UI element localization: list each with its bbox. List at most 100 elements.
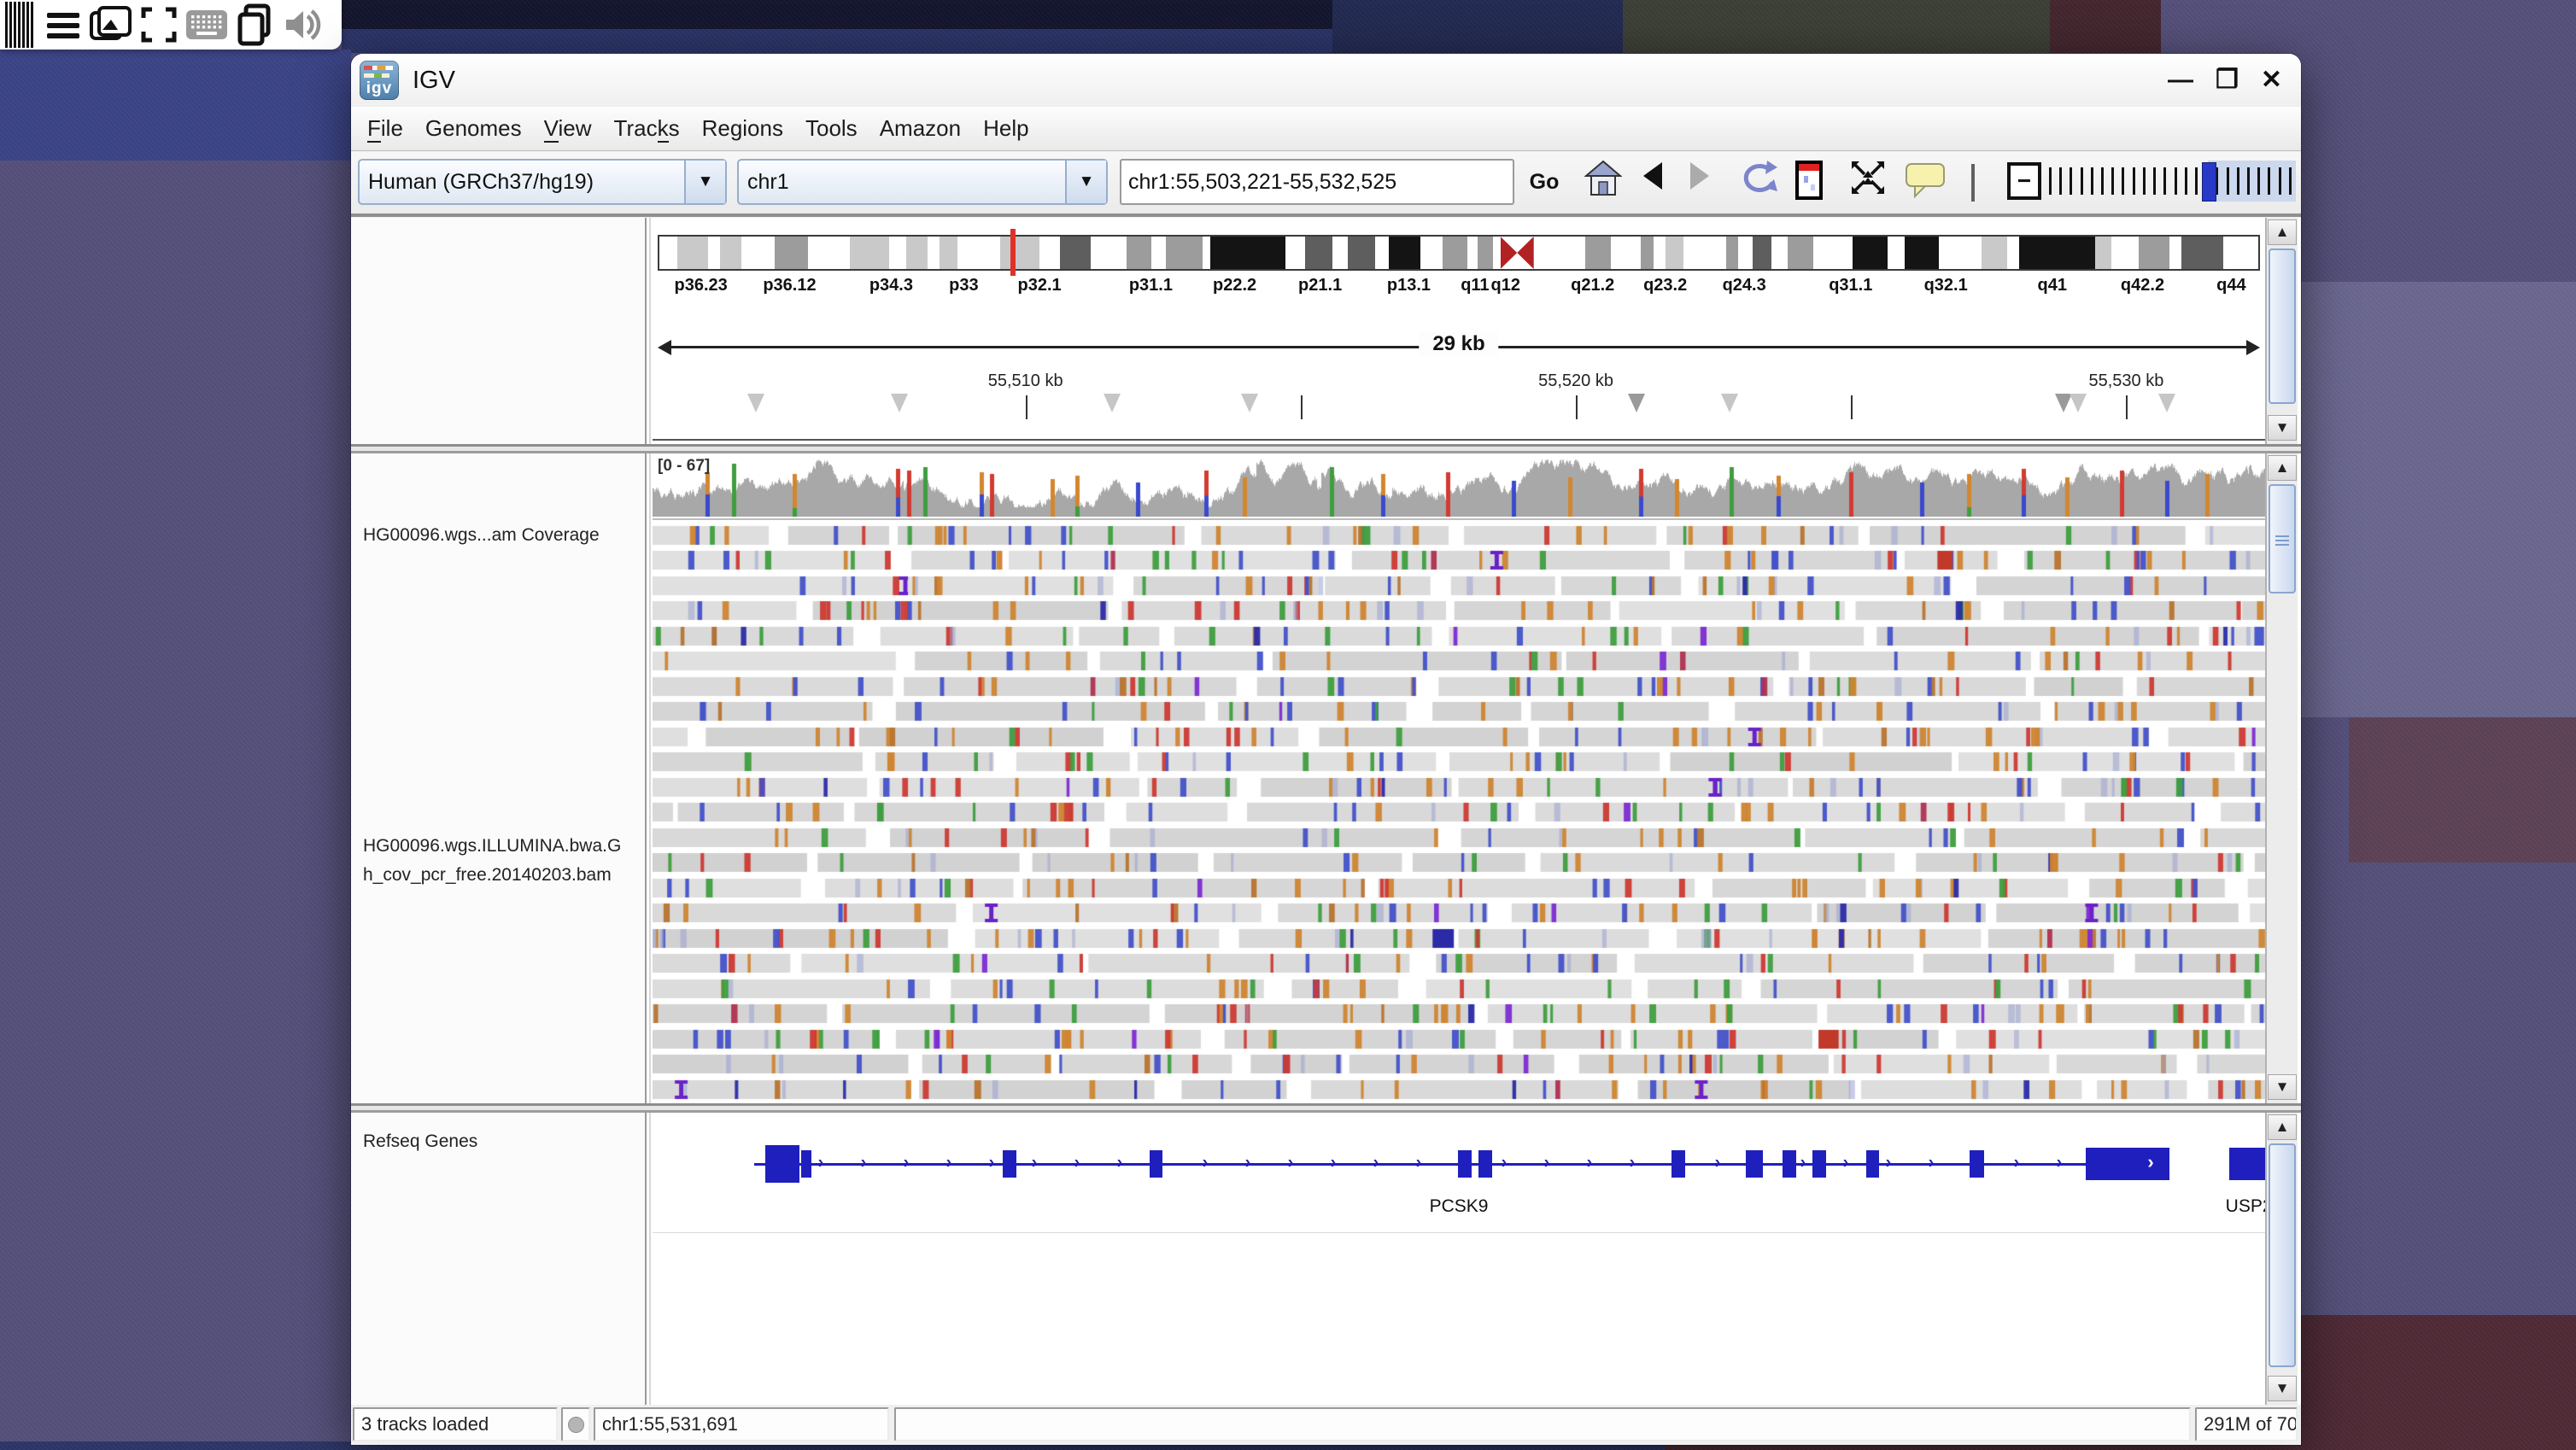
menu-tools[interactable]: Tools xyxy=(794,115,869,142)
chevron-down-icon[interactable]: ▼ xyxy=(1065,161,1106,203)
feature-panel-label-column: Refseq Genes xyxy=(351,1113,645,1405)
region-marker-icon xyxy=(1104,394,1121,412)
menu-tracks[interactable]: Tracks xyxy=(603,115,691,142)
close-button[interactable]: ✕ xyxy=(2261,67,2282,93)
ideogram-band xyxy=(775,237,808,269)
alignment-data-region[interactable]: [0 - 67] xyxy=(653,453,2265,1103)
genome-select[interactable]: Human (GRCh37/hg19) ▼ xyxy=(358,159,727,205)
strand-arrow-icon: › xyxy=(946,1154,952,1173)
ideogram-band xyxy=(906,237,928,269)
alignment-track-name-line1[interactable]: HG00096.wgs.ILLUMINA.bwa.G xyxy=(363,836,621,857)
minimize-button[interactable]: — xyxy=(2168,67,2193,93)
define-region-icon[interactable] xyxy=(1794,159,1824,202)
panel-divider[interactable] xyxy=(351,444,2301,453)
feature-panel-scrollbar[interactable]: ▲▼ xyxy=(2265,1113,2298,1405)
desktop-top-strip2 xyxy=(342,29,1332,53)
locus-panel-scrollbar[interactable]: ▲▼ xyxy=(2265,218,2298,444)
cytoband-label: p33 xyxy=(949,276,978,295)
scroll-up-button[interactable]: ▲ xyxy=(2268,1114,2297,1140)
title-bar[interactable]: igv IGV — ❒ ✕ xyxy=(351,54,2301,108)
zoom-out-button[interactable]: − xyxy=(2007,162,2041,200)
alignment-track-name-line2[interactable]: h_cov_pcr_free.20140203.bam xyxy=(363,865,612,886)
zoom-tick xyxy=(2195,167,2198,195)
gene-exon[interactable] xyxy=(1746,1150,1763,1178)
scrollbar-thumb[interactable] xyxy=(2269,484,2296,593)
ideogram-band xyxy=(1375,237,1389,269)
desktop-right-light xyxy=(2301,282,2576,717)
refresh-icon[interactable] xyxy=(1738,159,1781,200)
strand-arrow-icon: › xyxy=(1843,1154,1849,1173)
back-icon[interactable] xyxy=(1640,159,1666,193)
gene-exon[interactable] xyxy=(1671,1150,1685,1178)
menu-amazon[interactable]: Amazon xyxy=(869,115,972,142)
gene-exon[interactable] xyxy=(1003,1150,1016,1178)
fullscreen-icon[interactable] xyxy=(135,0,183,50)
scroll-down-button[interactable]: ▼ xyxy=(2268,1074,2297,1100)
popup-behavior-icon[interactable] xyxy=(1905,159,1949,200)
forward-icon[interactable] xyxy=(1687,159,1712,193)
coverage-track-canvas[interactable] xyxy=(653,459,2265,517)
keyboard-icon[interactable] xyxy=(183,0,231,50)
chromosome-select[interactable]: chr1 ▼ xyxy=(737,159,1108,205)
scroll-down-button[interactable]: ▼ xyxy=(2268,415,2297,441)
genes-track-name[interactable]: Refseq Genes xyxy=(363,1131,477,1152)
ideogram-band xyxy=(659,237,677,269)
gene-exon[interactable] xyxy=(1783,1150,1796,1178)
scroll-up-button[interactable]: ▲ xyxy=(2268,455,2297,481)
gene-name-label[interactable]: PCSK9 xyxy=(1430,1196,1489,1217)
gene-exon[interactable] xyxy=(765,1145,799,1183)
scrollbar-thumb[interactable] xyxy=(2269,248,2296,404)
maximize-button[interactable]: ❒ xyxy=(2216,67,2239,93)
screenshot-icon[interactable] xyxy=(87,0,135,50)
gene-exon[interactable] xyxy=(801,1150,811,1178)
strand-arrow-icon: › xyxy=(1373,1154,1379,1173)
menu-regions[interactable]: Regions xyxy=(691,115,794,142)
home-icon[interactable] xyxy=(1584,159,1622,198)
scrollbar-grip xyxy=(2275,535,2289,537)
menu-view[interactable]: View xyxy=(533,115,603,142)
go-button[interactable]: Go xyxy=(1523,161,1566,203)
locus-input[interactable] xyxy=(1120,159,1514,205)
gene-exon[interactable] xyxy=(1478,1150,1491,1178)
scroll-down-button[interactable]: ▼ xyxy=(2268,1376,2297,1401)
ideogram-band xyxy=(1611,237,1641,269)
ideogram-band xyxy=(1738,237,1753,269)
drag-handle-icon[interactable] xyxy=(0,0,39,50)
coverage-track-name[interactable]: HG00096.wgs...am Coverage xyxy=(363,525,600,546)
gene-exon[interactable] xyxy=(1866,1150,1879,1178)
scrollbar-thumb[interactable] xyxy=(2269,1143,2296,1367)
gene-exon[interactable] xyxy=(1812,1150,1826,1178)
zoom-tick xyxy=(2059,167,2062,195)
gene-exon[interactable] xyxy=(2229,1148,2265,1180)
menu-help[interactable]: Help xyxy=(972,115,1039,142)
cytoband-label: p31.1 xyxy=(1129,276,1173,295)
cytoband-label: q11 xyxy=(1461,276,1489,295)
ruler-left-arrowhead xyxy=(658,340,671,355)
zoom-tick xyxy=(2101,167,2104,195)
ideogram-ruler-region[interactable]: p36.23p36.12p34.3p33p32.1p31.1p22.2p21.1… xyxy=(653,218,2265,444)
windows-icon[interactable] xyxy=(231,0,278,50)
alignment-reads-canvas[interactable] xyxy=(653,523,2265,1102)
zoom-slider[interactable] xyxy=(2046,161,2296,202)
chevron-down-icon[interactable]: ▼ xyxy=(684,161,725,203)
gene-exon[interactable] xyxy=(1970,1150,1983,1178)
volume-icon[interactable] xyxy=(278,0,326,50)
genes-data-region[interactable]: ››››››››››››››››››››››››››PCSK9USP2 xyxy=(653,1113,2265,1405)
data-panel-scrollbar[interactable]: ▲▼ xyxy=(2265,453,2298,1103)
ideogram-band xyxy=(957,237,1000,269)
menu-genomes[interactable]: Genomes xyxy=(414,115,533,142)
menu-file[interactable]: File xyxy=(356,115,414,142)
gene-name-label[interactable]: USP2 xyxy=(2226,1196,2265,1217)
scroll-up-button[interactable]: ▲ xyxy=(2268,219,2297,245)
panel-divider[interactable] xyxy=(351,1103,2301,1113)
window-title: IGV xyxy=(413,67,455,95)
status-bar: 3 tracks loaded chr1:55,531,691 291M of … xyxy=(351,1405,2301,1445)
gene-exon[interactable] xyxy=(1150,1150,1162,1178)
zoom-slider-thumb[interactable] xyxy=(2202,162,2216,202)
gene-exon[interactable]: › xyxy=(2086,1148,2169,1180)
chromosome-ideogram[interactable] xyxy=(658,235,2260,271)
ideogram-band xyxy=(1853,237,1888,269)
gene-exon[interactable] xyxy=(1458,1150,1472,1178)
menu-icon[interactable] xyxy=(39,0,87,50)
fit-to-window-icon[interactable] xyxy=(1849,159,1887,196)
